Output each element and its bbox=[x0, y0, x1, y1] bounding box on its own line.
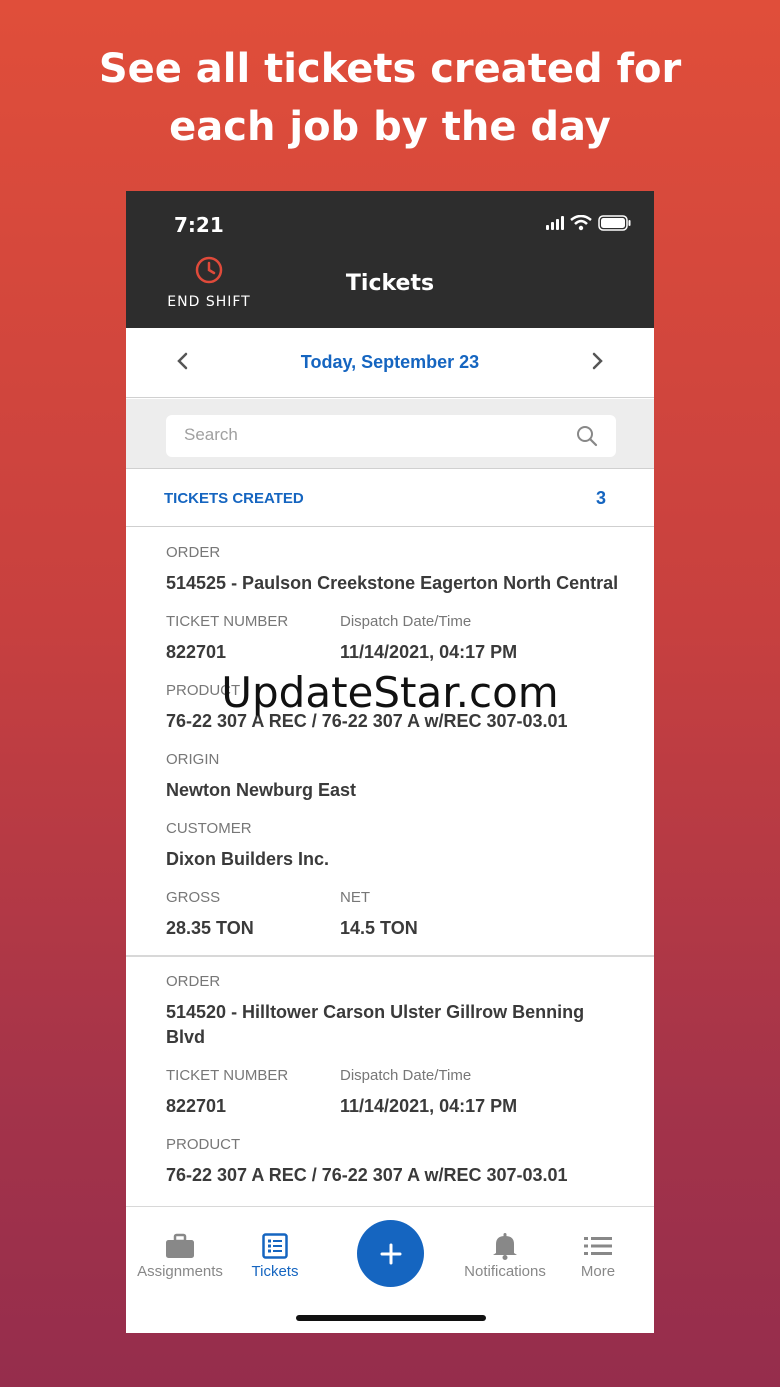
origin-value: Newton Newburg East bbox=[166, 780, 357, 800]
order-value: 514525 - Paulson Creekstone Eagerton Nor… bbox=[166, 573, 619, 593]
search-area bbox=[126, 399, 654, 469]
customer-label: CUSTOMER bbox=[166, 820, 252, 837]
ticket-number-value: 822701 bbox=[166, 642, 227, 662]
date-navigator: Today, September 23 bbox=[126, 328, 654, 398]
search-box bbox=[166, 415, 616, 457]
tab-label: Assignments bbox=[137, 1263, 223, 1280]
ticket-number-label: TICKET NUMBER bbox=[166, 613, 289, 630]
tickets-summary: TICKETS CREATED 3 bbox=[126, 470, 654, 527]
ticket-card[interactable]: ORDER 514520 - Hilltower Carson Ulster G… bbox=[126, 957, 654, 1206]
tab-label: More bbox=[580, 1263, 616, 1280]
promo-headline-line-1: See all tickets created for bbox=[98, 46, 682, 92]
page-title: Tickets bbox=[345, 271, 435, 296]
search-icon[interactable] bbox=[576, 425, 598, 447]
dispatch-label: Dispatch Date/Time bbox=[340, 1067, 472, 1084]
list-icon bbox=[262, 1233, 288, 1259]
order-value: 514520 - Hilltower Carson Ulster Gillrow… bbox=[166, 1002, 585, 1047]
ticket-number-value: 822701 bbox=[166, 1096, 227, 1116]
dispatch-label: Dispatch Date/Time bbox=[340, 613, 472, 630]
gross-label: GROSS bbox=[166, 889, 221, 906]
tab-notifications[interactable]: Notifications bbox=[452, 1229, 558, 1280]
end-shift-label: END SHIFT bbox=[167, 294, 251, 310]
promo-headline: See all tickets created for each job by … bbox=[0, 40, 780, 156]
signal-icon bbox=[546, 216, 564, 230]
status-icons bbox=[546, 215, 632, 231]
home-indicator bbox=[296, 1315, 486, 1321]
bell-icon bbox=[493, 1233, 517, 1260]
dispatch-value: 11/14/2021, 04:17 PM bbox=[340, 1096, 518, 1116]
current-date[interactable]: Today, September 23 bbox=[126, 352, 654, 373]
customer-value: Dixon Builders Inc. bbox=[166, 849, 330, 869]
origin-label: ORIGIN bbox=[166, 751, 220, 768]
search-input[interactable] bbox=[184, 425, 564, 445]
status-time: 7:21 bbox=[174, 213, 224, 237]
chevron-right-icon[interactable] bbox=[590, 350, 604, 372]
dispatch-value: 11/14/2021, 04:17 PM bbox=[340, 642, 518, 662]
briefcase-icon bbox=[166, 1233, 194, 1258]
tickets-created-count: 3 bbox=[595, 488, 606, 508]
bottom-tab-bar: Assignments Tickets Notifications More bbox=[126, 1206, 654, 1333]
product-value: 76-22 307 A REC / 76-22 307 A w/REC 307-… bbox=[166, 1165, 568, 1185]
promo-headline-line-2: each job by the day bbox=[169, 104, 611, 150]
gross-value: 28.35 TON bbox=[166, 918, 254, 938]
tickets-created-label: TICKETS CREATED bbox=[164, 490, 304, 507]
order-label: ORDER bbox=[166, 973, 221, 990]
menu-icon bbox=[584, 1237, 612, 1255]
watermark-text: UpdateStar.com bbox=[221, 668, 559, 717]
phone-screen: 7:21 END SHIFT Tickets Today, September … bbox=[126, 191, 654, 1333]
battery-icon bbox=[598, 215, 631, 231]
net-value: 14.5 TON bbox=[340, 918, 418, 938]
order-label: ORDER bbox=[166, 544, 221, 561]
tab-assignments[interactable]: Assignments bbox=[132, 1229, 228, 1280]
ticket-number-label: TICKET NUMBER bbox=[166, 1067, 289, 1084]
tab-tickets[interactable]: Tickets bbox=[236, 1229, 314, 1280]
net-label: NET bbox=[340, 889, 370, 906]
wifi-icon bbox=[570, 215, 592, 231]
tab-label: Notifications bbox=[464, 1263, 546, 1280]
tab-more[interactable]: More bbox=[566, 1229, 630, 1280]
app-header: 7:21 END SHIFT Tickets bbox=[126, 191, 654, 328]
product-label: PRODUCT bbox=[166, 1136, 241, 1153]
tab-label: Tickets bbox=[251, 1263, 299, 1280]
add-ticket-button[interactable] bbox=[357, 1220, 424, 1287]
plus-icon bbox=[380, 1243, 401, 1264]
ticket-card[interactable]: ORDER 514525 - Paulson Creekstone Eagert… bbox=[126, 528, 654, 955]
